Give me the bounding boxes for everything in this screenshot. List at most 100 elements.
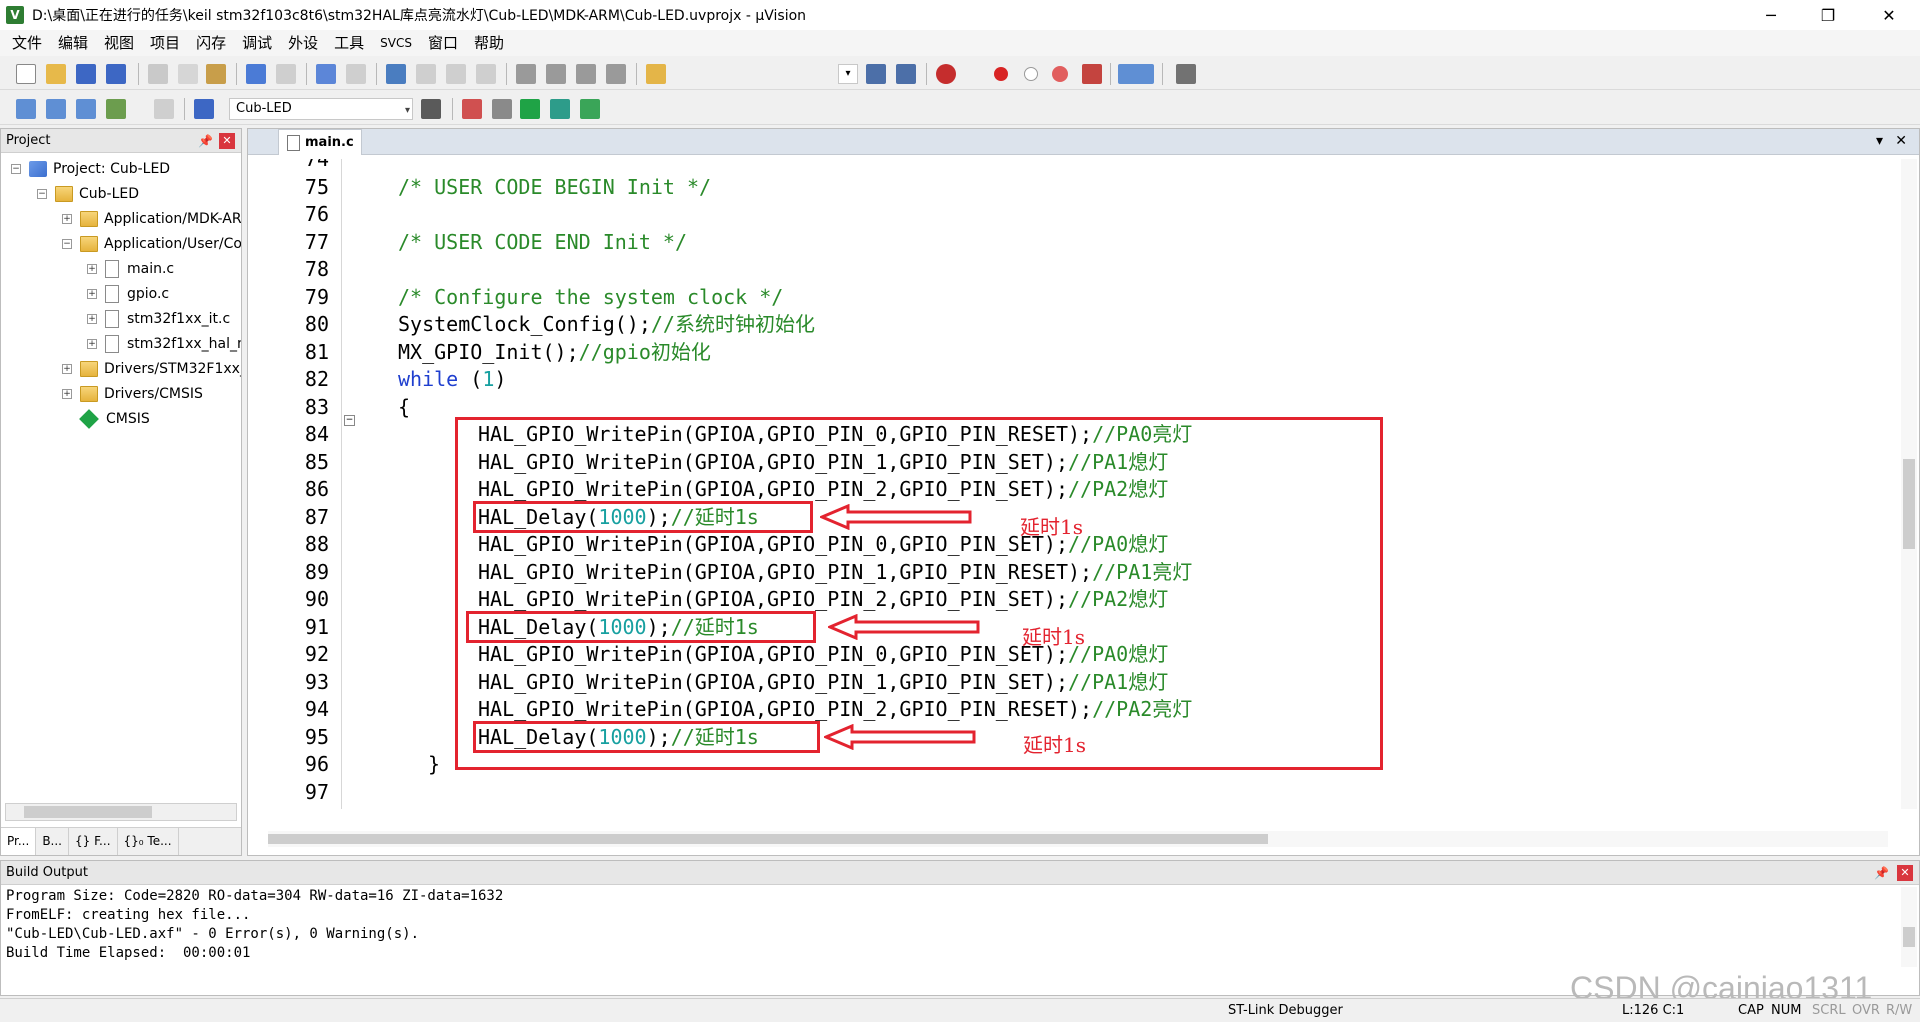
tab-templates[interactable]: {}₀ Te... (118, 828, 179, 855)
cube-mx-icon[interactable] (580, 99, 600, 119)
menu-svcs[interactable]: SVCS (372, 30, 420, 56)
uncomment-icon[interactable] (606, 64, 626, 84)
tree-node-file-it-c[interactable]: + stm32f1xx_it.c (87, 307, 230, 331)
find-combo-dropdown[interactable]: ▾ (838, 64, 858, 84)
unindent-icon[interactable] (546, 64, 566, 84)
tree-node-project[interactable]: − Project: Cub-LED (11, 157, 170, 181)
line-number: 77 (304, 229, 329, 254)
select-packs-icon[interactable] (492, 99, 512, 119)
open-folder-icon[interactable] (46, 64, 66, 84)
status-debugger: ST-Link Debugger (1228, 1003, 1343, 1018)
menu-file[interactable]: 文件 (4, 30, 50, 56)
line-number-gutter: 74 75 76 77 78 79 80 81 82 83 84 85 86 8… (254, 159, 342, 809)
tree-node-group-cmsis[interactable]: + Drivers/CMSIS (62, 382, 203, 406)
pin-icon[interactable]: 📌 (1874, 861, 1889, 885)
tab-main-c[interactable]: main.c (278, 129, 362, 155)
nav-back-icon[interactable] (316, 64, 336, 84)
target-folder-icon (55, 186, 73, 202)
tree-node-file-main-c[interactable]: + main.c (87, 257, 174, 281)
comment-icon[interactable] (576, 64, 596, 84)
tree-node-group-mdk-arm[interactable]: + Application/MDK-ARM (62, 207, 241, 231)
build-icon[interactable] (46, 99, 66, 119)
prev-bookmark-icon[interactable] (416, 64, 436, 84)
insert-breakpoint-icon[interactable] (994, 67, 1008, 81)
menu-help[interactable]: 帮助 (466, 30, 512, 56)
project-panel: Project 📌 ✕ − Project: Cub-LED − Cub-LED +… (0, 128, 242, 856)
menu-debug[interactable]: 调试 (234, 30, 280, 56)
find-in-files-icon[interactable] (646, 64, 666, 84)
configure-icon[interactable] (1176, 64, 1196, 84)
tab-project[interactable]: Pr... (1, 828, 37, 855)
menu-peripherals[interactable]: 外设 (280, 30, 326, 56)
rebuild-icon[interactable] (76, 99, 96, 119)
tree-node-cmsis-component[interactable]: CMSIS (62, 407, 150, 431)
target-select[interactable]: Cub-LED ▾ (229, 98, 413, 120)
c-file-icon (105, 335, 119, 353)
project-horizontal-scrollbar[interactable] (5, 803, 237, 821)
window-layout-icon[interactable] (1118, 64, 1154, 84)
close-icon[interactable]: ✕ (1897, 865, 1913, 881)
cut-icon[interactable] (148, 64, 168, 84)
batch-build-icon[interactable] (106, 99, 126, 119)
indent-icon[interactable] (516, 64, 536, 84)
translate-icon[interactable] (16, 99, 36, 119)
tab-books[interactable]: B... (36, 828, 69, 855)
download-load-icon[interactable] (194, 99, 214, 119)
save-all-icon[interactable] (106, 64, 126, 84)
debug-session-icon[interactable] (896, 64, 916, 84)
tree-node-group-user-core[interactable]: − Application/User/Core (62, 232, 241, 256)
paste-icon[interactable] (206, 64, 226, 84)
editor-horizontal-scrollbar[interactable] (268, 831, 1888, 847)
target-options-icon[interactable] (421, 99, 441, 119)
build-output-header: Build Output 📌 ✕ (1, 861, 1919, 885)
stop-build-icon[interactable] (154, 99, 174, 119)
next-bookmark-icon[interactable] (446, 64, 466, 84)
save-icon[interactable] (76, 64, 96, 84)
menu-edit[interactable]: 编辑 (50, 30, 96, 56)
menu-project[interactable]: 项目 (142, 30, 188, 56)
kill-all-breakpoints-icon[interactable] (1082, 64, 1102, 84)
restore-button[interactable]: ❐ (1801, 0, 1855, 30)
close-button[interactable]: ✕ (1862, 0, 1916, 30)
line-number: 92 (304, 642, 329, 666)
pin-icon[interactable]: 📌 (198, 129, 213, 153)
title-bar: V D:\桌面\正在进行的任务\keil stm32f103c8t6\stm32… (0, 0, 1920, 30)
start-debug-icon[interactable] (936, 64, 956, 84)
close-tab-icon[interactable]: ✕ (1895, 133, 1907, 149)
manage-project-items-icon[interactable] (462, 99, 482, 119)
menu-flash[interactable]: 闪存 (188, 30, 234, 56)
tree-node-file-gpio-c[interactable]: + gpio.c (87, 282, 169, 306)
menu-view[interactable]: 视图 (96, 30, 142, 56)
disable-all-breakpoints-icon[interactable] (1052, 66, 1068, 82)
bookmark-icon[interactable] (386, 64, 406, 84)
tab-functions[interactable]: {} F... (69, 828, 118, 855)
tab-list-dropdown-icon[interactable]: ▾ (1876, 133, 1883, 149)
line-number: 83 (304, 394, 329, 419)
editor-vertical-scrollbar[interactable] (1901, 159, 1917, 809)
line-number: 90 (304, 587, 329, 611)
redo-icon[interactable] (276, 64, 296, 84)
line-number: 78 (304, 257, 329, 281)
pack-installer-icon[interactable] (550, 99, 570, 119)
line-number: 76 (304, 202, 329, 226)
copy-icon[interactable] (178, 64, 198, 84)
new-file-icon[interactable] (16, 64, 36, 84)
disable-breakpoint-icon[interactable] (1024, 67, 1038, 81)
tree-node-group-hal-driver[interactable]: +Drivers/STM32F1xx_HAL_Driver (62, 357, 241, 381)
incremental-find-icon[interactable] (866, 64, 886, 84)
tree-node-file-hal-msp-c[interactable]: +stm32f1xx_hal_msp.c (87, 332, 241, 356)
code-area[interactable]: /* USER CODE BEGIN Init */ /* USER CODE … (348, 159, 1748, 809)
minimize-button[interactable]: ─ (1744, 0, 1798, 30)
close-icon[interactable]: ✕ (219, 133, 235, 149)
undo-icon[interactable] (246, 64, 266, 84)
build-output-scrollbar[interactable] (1901, 887, 1917, 967)
nav-forward-icon[interactable] (346, 64, 366, 84)
tree-node-target[interactable]: − Cub-LED (37, 182, 139, 206)
menu-window[interactable]: 窗口 (420, 30, 466, 56)
manage-rte-icon[interactable] (520, 99, 540, 119)
annotation-label-2: 延时1s (1022, 625, 1085, 649)
menu-tools[interactable]: 工具 (326, 30, 372, 56)
clear-bookmarks-icon[interactable] (476, 64, 496, 84)
line-number: 80 (304, 312, 329, 336)
line-number: 97 (304, 779, 329, 804)
